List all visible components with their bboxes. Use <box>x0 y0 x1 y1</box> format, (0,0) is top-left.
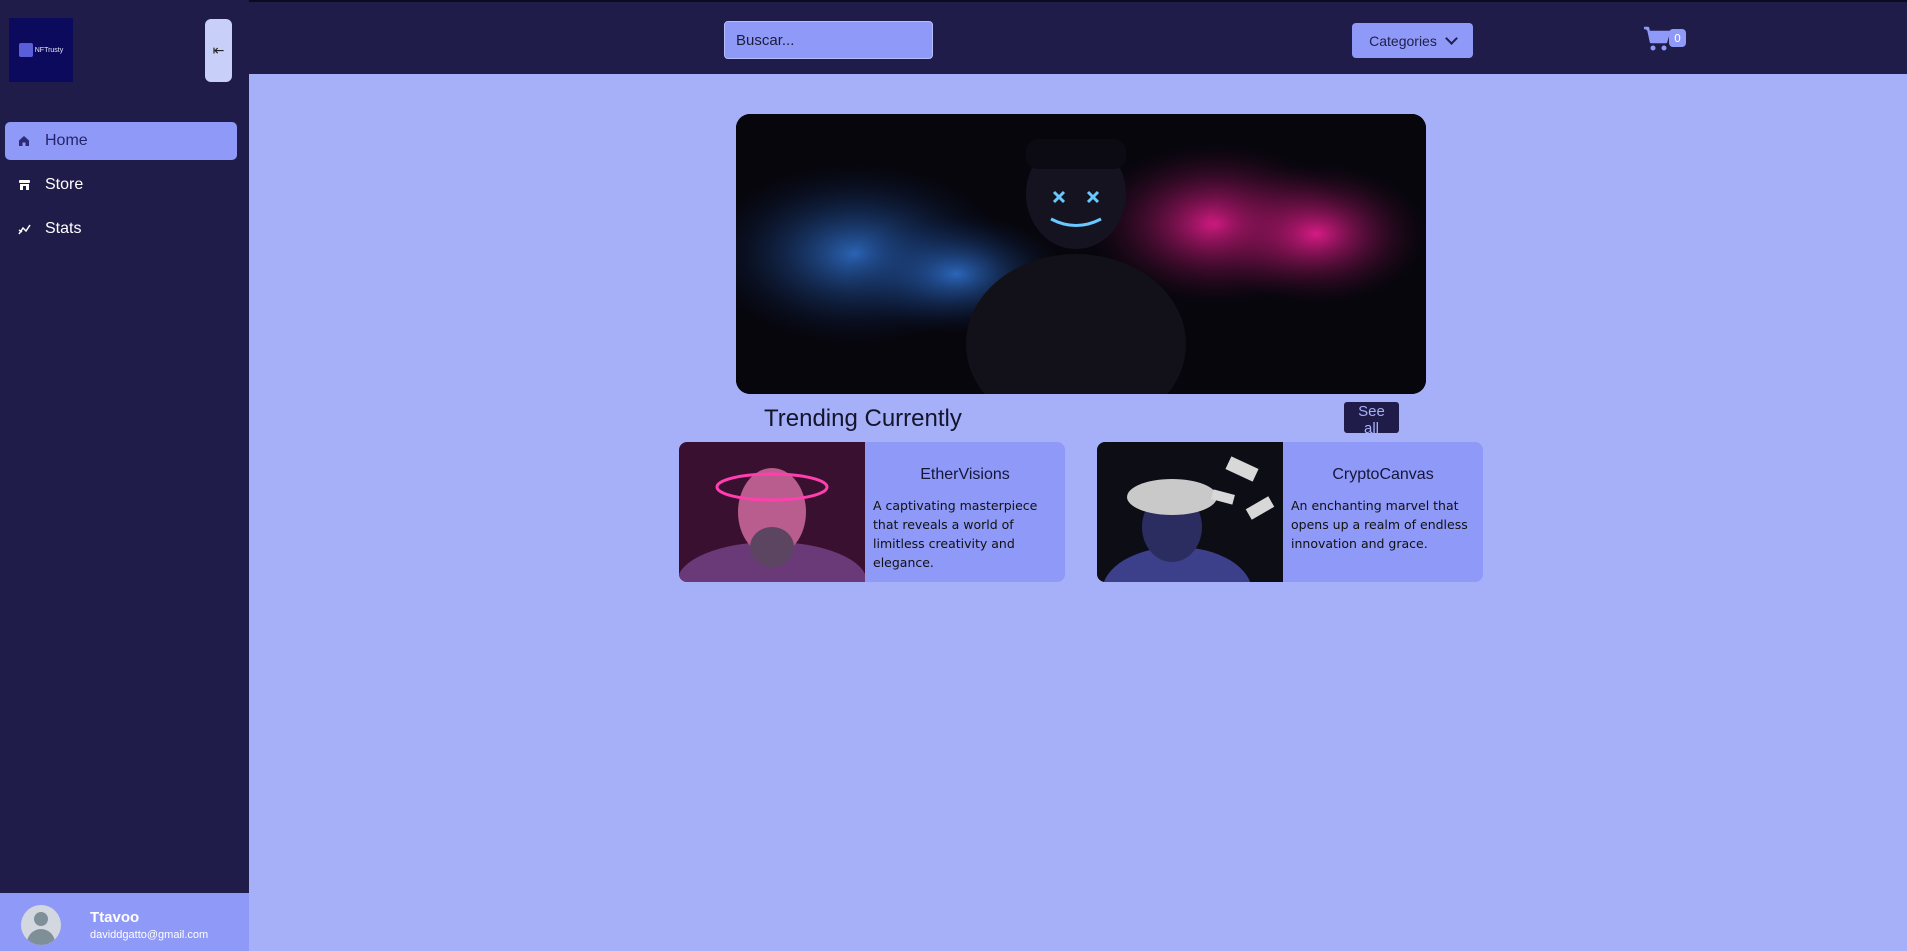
logo-mark-icon <box>18 43 33 57</box>
nft-card[interactable]: CryptoCanvas An enchanting marvel that o… <box>1097 442 1483 582</box>
nft-card-image <box>1097 442 1283 582</box>
cart-count-badge: 0 <box>1669 29 1686 47</box>
sidebar-item-label: Stats <box>45 220 82 237</box>
hero-banner-image[interactable] <box>736 114 1426 394</box>
see-all-button[interactable]: See all <box>1344 402 1399 437</box>
nft-card[interactable]: EtherVisions A captivating masterpiece t… <box>679 442 1065 582</box>
nft-card-body: CryptoCanvas An enchanting marvel that o… <box>1283 442 1483 582</box>
user-email: daviddgatto@gmail.com <box>90 929 209 941</box>
categories-label: Categories <box>1369 32 1437 49</box>
user-name: Ttavoo <box>90 909 140 926</box>
nft-card-description: An enchanting marvel that opens up a rea… <box>1291 498 1468 551</box>
logo[interactable]: NFTrusty <box>9 18 73 82</box>
sidebar-item-store[interactable]: Store <box>5 166 237 204</box>
avatar <box>21 905 61 945</box>
user-profile[interactable]: Ttavoo daviddgatto@gmail.com <box>0 893 249 951</box>
sidebar-collapse-button[interactable]: ⇤ <box>205 19 232 82</box>
search-input[interactable] <box>724 21 933 59</box>
nft-card-image <box>679 442 867 582</box>
logo-text: NFTrusty <box>34 46 64 54</box>
sidebar-item-label: Home <box>45 132 88 149</box>
home-icon <box>17 135 31 147</box>
collapse-left-icon: ⇤ <box>212 42 225 59</box>
nft-card-description: A captivating masterpiece that reveals a… <box>873 498 1038 570</box>
sidebar-item-stats[interactable]: Stats <box>5 210 237 248</box>
store-icon <box>17 179 31 191</box>
nft-card-title: EtherVisions <box>920 466 1010 483</box>
sidebar-item-label: Store <box>45 176 84 193</box>
nft-card-title: CryptoCanvas <box>1332 466 1434 483</box>
sidebar-nav: Home Store Stats <box>5 122 237 254</box>
categories-dropdown[interactable]: Categories <box>1352 23 1473 58</box>
stats-icon <box>17 223 31 235</box>
sidebar-item-home[interactable]: Home <box>5 122 237 160</box>
sidebar: NFTrusty ⇤ Home Store Stats Ttavoo david… <box>0 0 249 951</box>
section-title: Trending Currently <box>764 405 962 432</box>
nft-card-body: EtherVisions A captivating masterpiece t… <box>865 442 1065 582</box>
chevron-down-icon <box>1444 32 1458 45</box>
